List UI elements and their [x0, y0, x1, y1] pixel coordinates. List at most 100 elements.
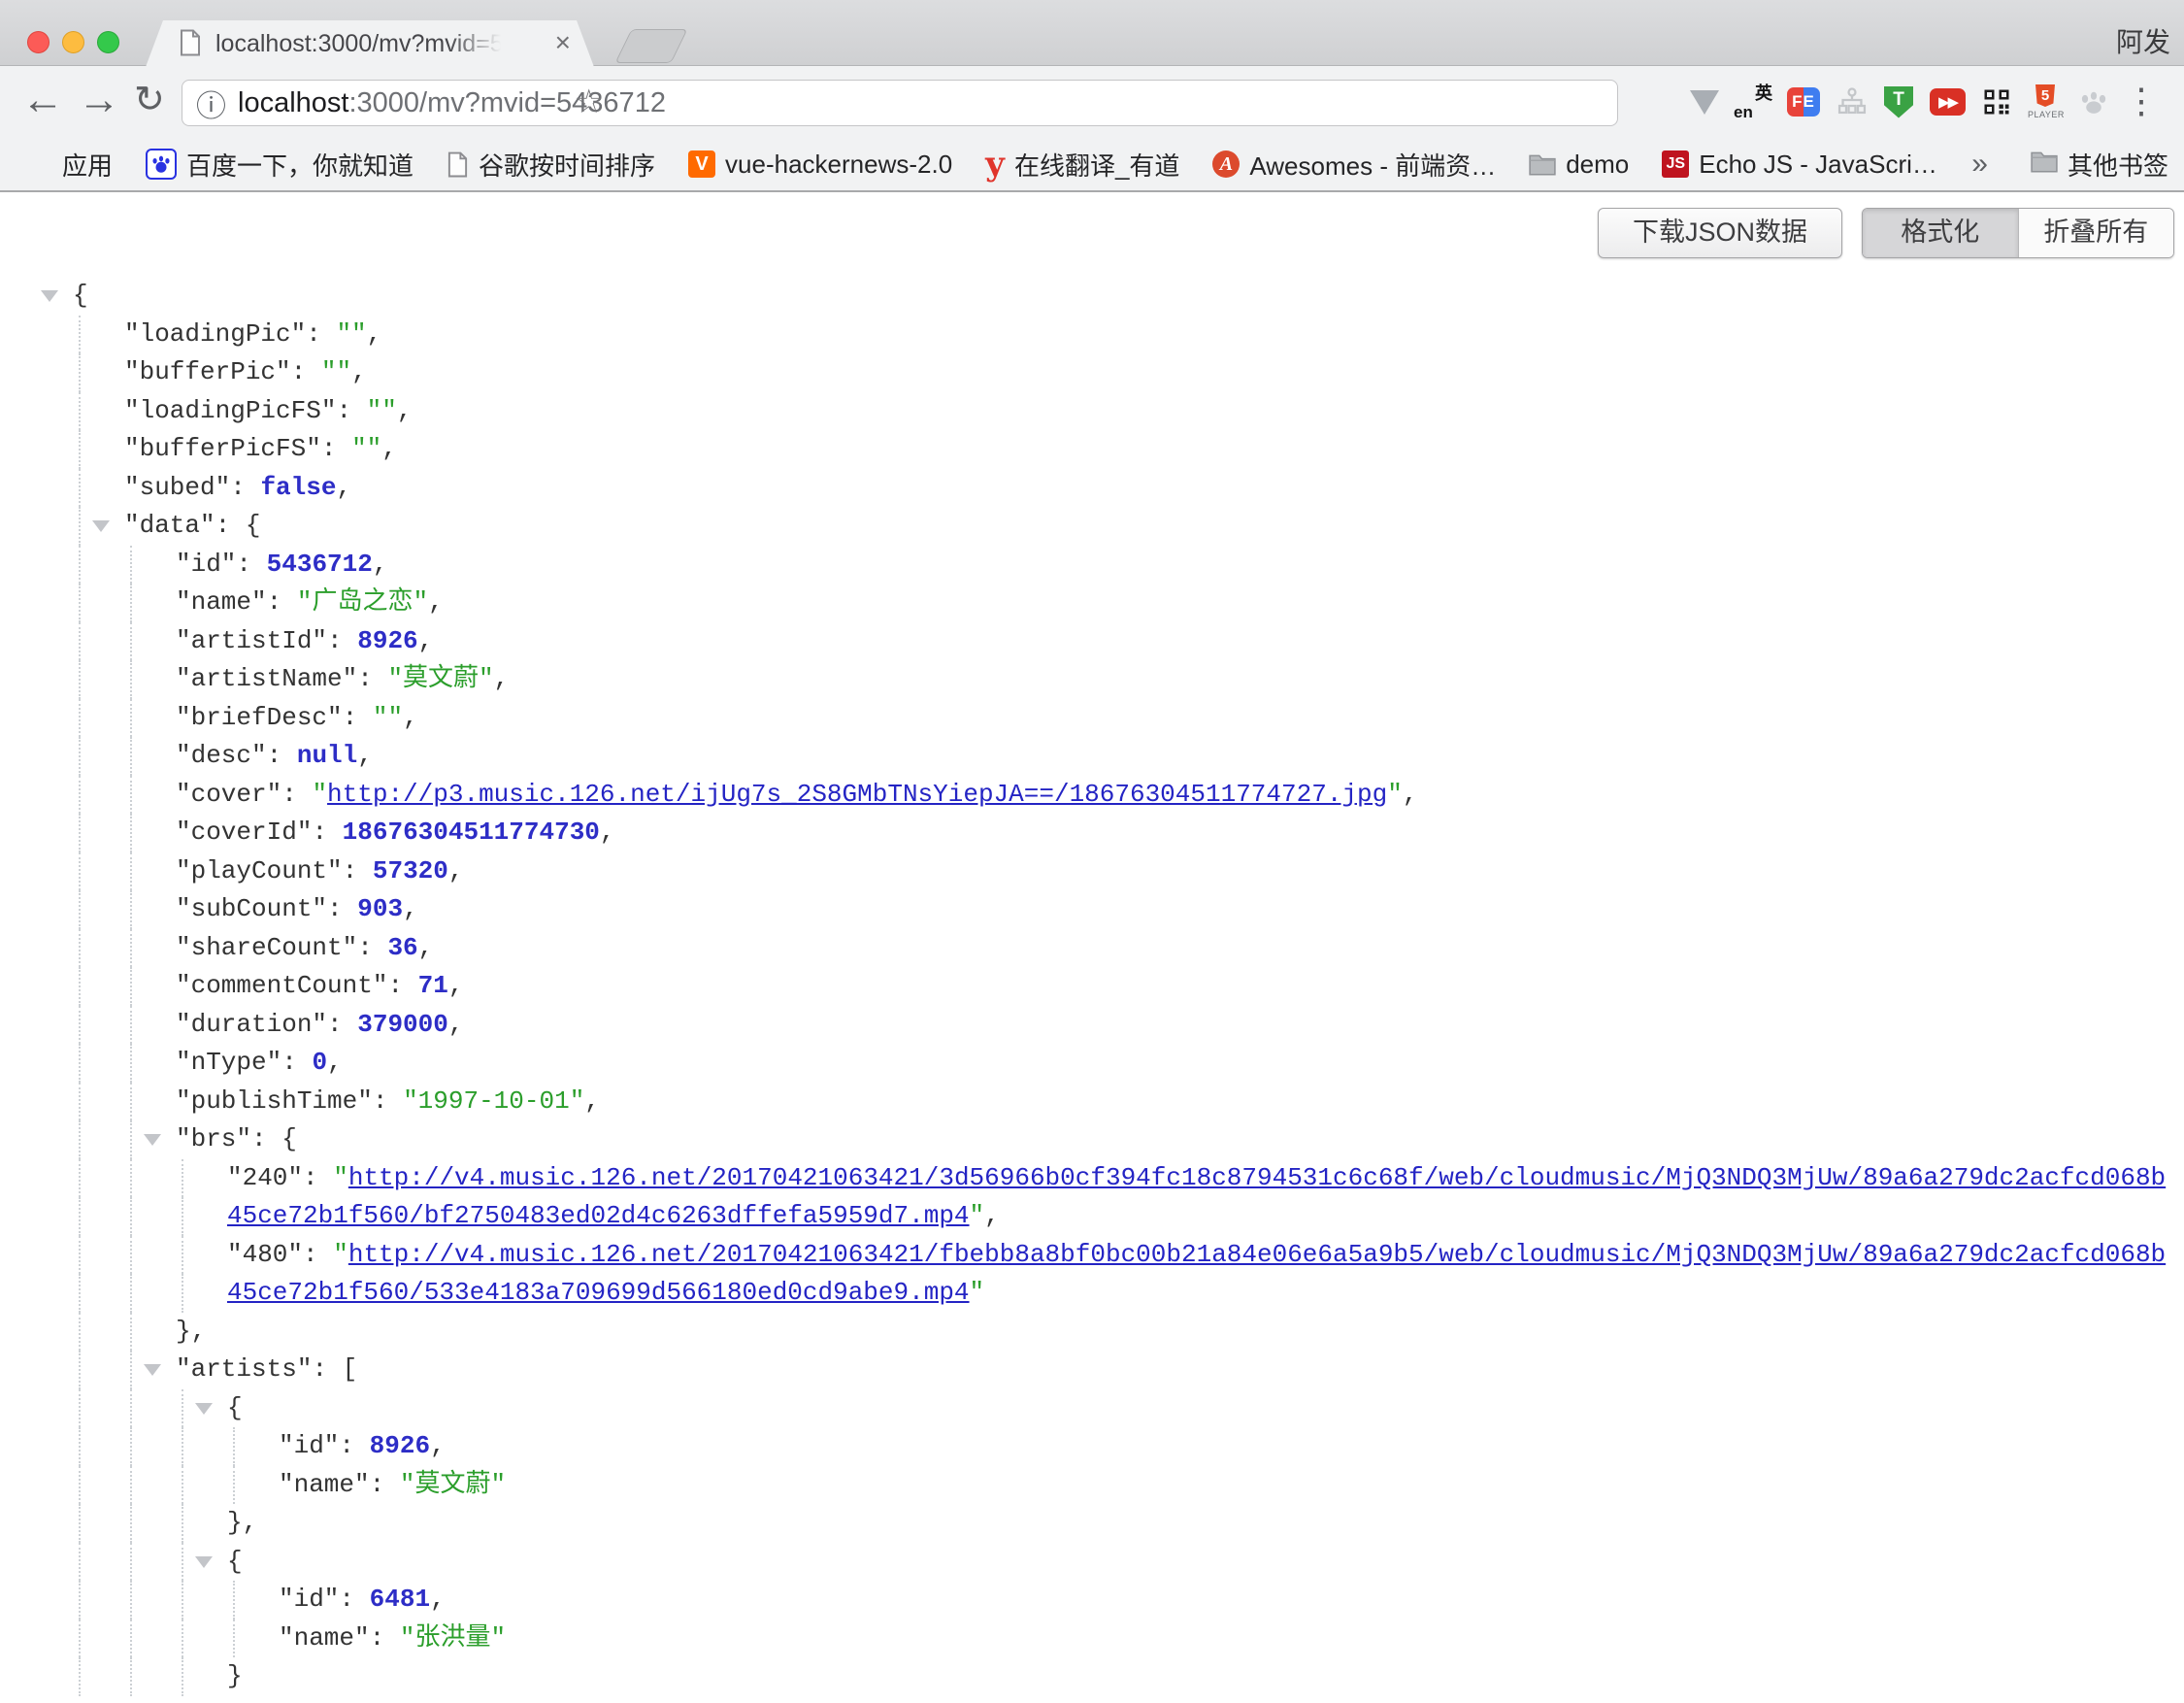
html5-player-icon[interactable]: 5PLAYER [2028, 84, 2063, 119]
baidu-paw-icon [146, 149, 177, 180]
indent-guide [182, 1657, 183, 1696]
indent-guide [233, 1427, 235, 1466]
json-line: "nType": 0, [0, 1044, 2184, 1083]
sitemap-icon[interactable] [1837, 86, 1868, 117]
bookmark-item[interactable]: y在线翻译_有道 [985, 147, 1179, 183]
bookmark-item[interactable]: demo [1529, 150, 1629, 180]
indent-guide [79, 776, 81, 815]
indent-guide [130, 1044, 132, 1083]
indent-guide [79, 1159, 81, 1198]
awesomes-a-icon: A [1212, 150, 1240, 178]
json-line: "duration": 379000, [0, 1006, 2184, 1045]
json-link[interactable]: http://v4.music.126.net/20170421063421/f… [348, 1240, 2166, 1269]
json-viewer: {"loadingPic": "","bufferPic": "","loadi… [0, 277, 2184, 1696]
extensions: 英en FE T ▶▶ 5PLAYER [1690, 66, 2108, 138]
json-link[interactable]: http://v4.music.126.net/20170421063421/3… [348, 1163, 2166, 1192]
browser-menu-icon[interactable]: ⋮ [2124, 66, 2159, 138]
indent-guide [130, 776, 132, 815]
indent-guide [130, 929, 132, 968]
download-json-button[interactable]: 下载JSON数据 [1598, 208, 1842, 258]
json-line: "name": "莫文蔚" [0, 1466, 2184, 1505]
bookmark-item[interactable]: 应用 [27, 147, 113, 183]
indent-guide [130, 1159, 132, 1198]
indent-guide [130, 584, 132, 622]
indent-guide [79, 1581, 81, 1620]
apps-grid-icon [27, 151, 52, 177]
other-bookmarks-folder[interactable]: 其他书签 [2031, 147, 2168, 183]
json-line: { [0, 277, 2184, 316]
format-button[interactable]: 格式化 [1863, 209, 2018, 257]
json-line: "publishTime": "1997-10-01", [0, 1083, 2184, 1121]
collapse-triangle-icon[interactable] [195, 1556, 213, 1568]
json-line: "bufferPic": "", [0, 353, 2184, 392]
new-tab-button[interactable] [614, 29, 687, 63]
url-host: localhost [238, 87, 348, 119]
bookmark-item[interactable]: 百度一下，你就知道 [146, 147, 414, 183]
indent-guide [79, 699, 81, 738]
folder-icon-slot [2031, 150, 2058, 180]
json-link[interactable]: http://p3.music.126.net/ijUg7s_2S8GMbTNs… [327, 780, 1387, 809]
bookmark-item[interactable]: A Awesomes - 前端资… [1212, 147, 1496, 183]
bookmark-star-icon[interactable]: ☆ [575, 66, 604, 138]
minimize-window-button[interactable] [62, 31, 84, 53]
bookmark-item[interactable]: Vvue-hackernews-2.0 [688, 150, 952, 180]
collapse-triangle-icon[interactable] [195, 1403, 213, 1415]
qr-code-icon[interactable] [1982, 87, 2011, 117]
forward-icon[interactable]: → [78, 66, 120, 138]
vue-gray-icon[interactable] [1690, 90, 1719, 115]
indent-guide [79, 1351, 81, 1389]
indent-guide [79, 1120, 81, 1159]
tab-close-icon[interactable]: × [555, 27, 571, 58]
reload-icon[interactable]: ↻ [134, 66, 165, 138]
collapse-triangle-icon[interactable] [144, 1364, 161, 1376]
address-bar[interactable]: ⓘ localhost :3000/mv?mvid=5436712 [182, 80, 1618, 126]
bookmark-label: Awesomes - 前端资… [1249, 147, 1496, 183]
url-path: :3000/mv?mvid=5436712 [348, 87, 665, 119]
bookmarks-overflow-icon[interactable]: » [1971, 148, 1988, 181]
json-line: "480": "http://v4.music.126.net/20170421… [0, 1236, 2184, 1275]
fast-forward-icon[interactable]: ▶▶ [1930, 88, 1966, 116]
profile-name: 阿发 [2116, 21, 2170, 60]
collapse-triangle-icon[interactable] [92, 520, 110, 532]
json-line: "artistId": 8926, [0, 622, 2184, 661]
indent-guide [233, 1620, 235, 1658]
bookmark-label: 百度一下，你就知道 [186, 147, 414, 183]
indent-guide [130, 660, 132, 699]
format-collapse-segmented: 格式化 折叠所有 [1862, 208, 2174, 258]
indent-guide [182, 1389, 183, 1428]
indent-guide [130, 1427, 132, 1466]
indent-guide [233, 1581, 235, 1620]
json-link[interactable]: 45ce72b1f560/533e4183a709699d566180ed0cd… [227, 1278, 970, 1307]
json-line: "loadingPicFS": "", [0, 392, 2184, 431]
collapse-all-button[interactable]: 折叠所有 [2018, 209, 2174, 257]
json-line: } [0, 1657, 2184, 1696]
indent-guide [79, 1543, 81, 1582]
back-icon[interactable]: ← [21, 66, 64, 138]
bookmark-label: demo [1566, 150, 1629, 180]
indent-guide [130, 1657, 132, 1696]
indent-guide [79, 967, 81, 1006]
paw-icon[interactable] [2079, 87, 2108, 117]
json-line: { [0, 1543, 2184, 1582]
fe-icon[interactable]: FE [1787, 87, 1820, 117]
bookmark-item[interactable]: JSEcho JS - JavaScri… [1662, 150, 1937, 180]
json-line: "id": 8926, [0, 1427, 2184, 1466]
indent-guide [79, 737, 81, 776]
browser-tab[interactable]: localhost:3000/mv?mvid=5436 × [146, 20, 594, 67]
indent-guide [130, 967, 132, 1006]
indent-guide [79, 1236, 81, 1275]
youdao-y-icon: y [985, 151, 1005, 177]
indent-guide [130, 1504, 132, 1543]
zoom-window-button[interactable] [97, 31, 119, 53]
bookmark-item[interactable]: 谷歌按时间排序 [447, 147, 655, 183]
collapse-triangle-icon[interactable] [144, 1134, 161, 1146]
close-window-button[interactable] [27, 31, 50, 53]
json-line: "cover": "http://p3.music.126.net/ijUg7s… [0, 776, 2184, 815]
translate-icon[interactable]: 英en [1736, 84, 1770, 119]
collapse-triangle-icon[interactable] [41, 290, 58, 302]
json-line: "subed": false, [0, 469, 2184, 508]
indent-guide [79, 852, 81, 891]
tampermonkey-shield-icon[interactable]: T [1884, 86, 1913, 118]
page-info-icon[interactable]: ⓘ [196, 82, 226, 125]
json-link[interactable]: 45ce72b1f560/bf2750483ed02d4c6263dffefa5… [227, 1201, 970, 1230]
